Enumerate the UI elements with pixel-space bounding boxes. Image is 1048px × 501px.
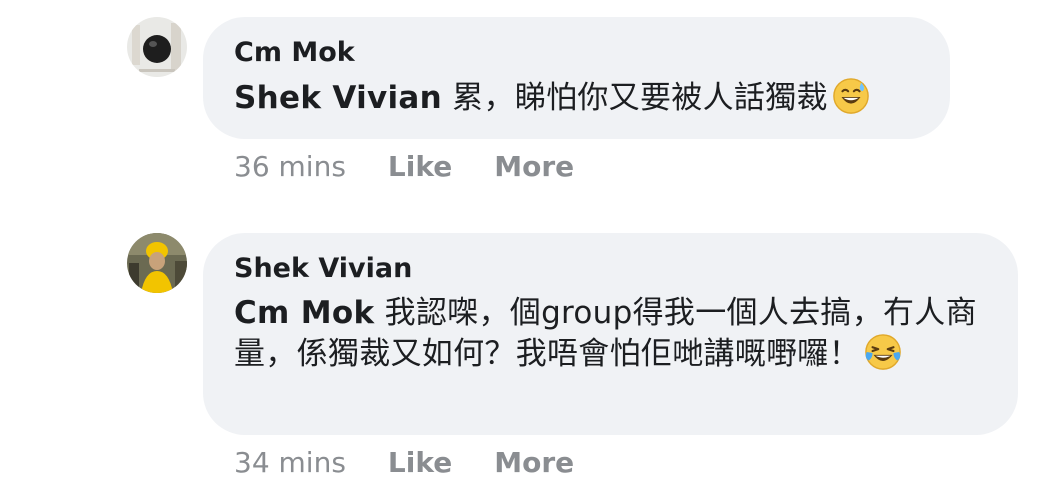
avatar[interactable] (127, 233, 187, 293)
comment-bubble: Cm Mok Shek Vivian 累，睇怕你又要被人話獨裁 (203, 17, 950, 139)
avatar[interactable] (127, 17, 187, 77)
comment-author[interactable]: Shek Vivian (234, 252, 988, 286)
sweat-smile-emoji-icon (832, 78, 869, 114)
more-button[interactable]: More (494, 446, 574, 479)
comment-author[interactable]: Cm Mok (234, 36, 920, 70)
comment-actions: 36 mins Like More (234, 150, 574, 184)
like-button[interactable]: Like (388, 446, 452, 479)
timestamp[interactable]: 36 mins (234, 150, 346, 183)
mention-link[interactable]: Shek Vivian (234, 80, 442, 116)
comment-text: Shek Vivian 累，睇怕你又要被人話獨裁 (234, 77, 920, 118)
comment-bubble: Shek Vivian Cm Mok 我認㗎，個group得我一個人去搞，冇人商… (203, 233, 1018, 435)
comment-text: Cm Mok 我認㗎，個group得我一個人去搞，冇人商量，係獨裁又如何？我唔會… (234, 293, 994, 374)
mention-link[interactable]: Cm Mok (234, 295, 374, 331)
tears-of-joy-emoji-icon (865, 334, 901, 370)
like-button[interactable]: Like (388, 150, 452, 183)
comment-actions: 34 mins Like More (234, 446, 574, 480)
more-button[interactable]: More (494, 150, 574, 183)
comment-message: 累，睇怕你又要被人話獨裁 (442, 80, 828, 116)
timestamp[interactable]: 34 mins (234, 446, 346, 479)
